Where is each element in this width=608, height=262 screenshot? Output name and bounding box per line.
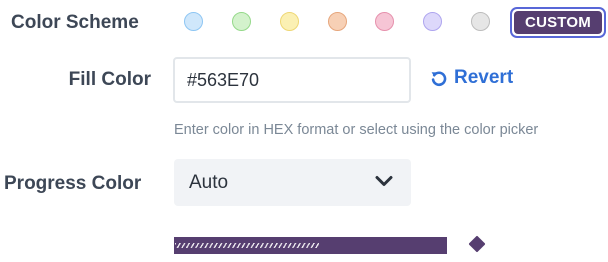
custom-scheme-button[interactable]: CUSTOM [510, 7, 606, 38]
progress-preview-bar [174, 237, 447, 254]
progress-preview-solid [318, 238, 446, 253]
preview-marker-diamond [468, 235, 486, 253]
progress-color-label: Progress Color [4, 173, 142, 194]
revert-icon [430, 69, 448, 87]
fill-color-label: Fill Color [68, 69, 151, 90]
swatch-light-blue[interactable] [184, 12, 203, 31]
progress-color-value: Auto [189, 171, 229, 193]
fill-color-help-text: Enter color in HEX format or select usin… [174, 122, 539, 138]
swatch-light-pink[interactable] [375, 12, 394, 31]
swatch-light-gray[interactable] [471, 12, 490, 31]
color-scheme-label: Color Scheme [11, 12, 139, 33]
swatch-light-yellow[interactable] [280, 12, 299, 31]
swatch-light-purple[interactable] [423, 12, 442, 31]
revert-button[interactable]: Revert [430, 67, 513, 89]
progress-preview-fill [175, 238, 446, 253]
progress-color-select[interactable]: Auto [174, 159, 411, 206]
fill-color-hex-input[interactable] [173, 57, 411, 103]
custom-scheme-label: CUSTOM [514, 11, 602, 34]
chevron-down-icon [375, 174, 393, 192]
swatch-light-green[interactable] [232, 12, 251, 31]
revert-label: Revert [454, 67, 514, 88]
swatch-light-orange[interactable] [328, 12, 347, 31]
